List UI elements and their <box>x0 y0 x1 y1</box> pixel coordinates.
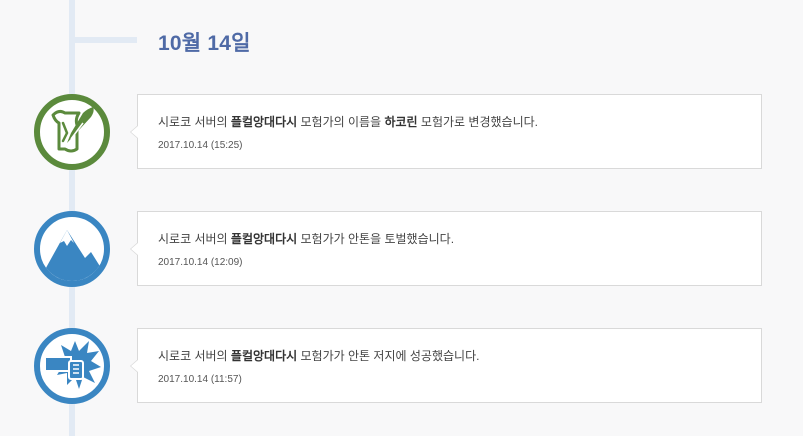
entry-message: 시로코 서버의 플컬앙대다시 모험가가 안톤 저지에 성공했습니다. <box>158 349 480 363</box>
explosion-fist-icon <box>33 327 111 405</box>
mountain-icon <box>33 210 111 288</box>
entry-timestamp: 2017.10.14 (15:25) <box>158 140 243 151</box>
character-name: 플컬앙대다시 <box>230 232 298 246</box>
date-header: 10월 14일 <box>158 32 251 55</box>
history-entry-anton-defense: 시로코 서버의 플컬앙대다시 모험가가 안톤 저지에 성공했습니다. 2017.… <box>130 328 762 403</box>
entry-timestamp: 2017.10.14 (11:57) <box>158 374 242 385</box>
character-name: 플컬앙대다시 <box>230 349 298 363</box>
quill-scroll-icon <box>33 93 111 171</box>
history-entry-anton-raid: 시로코 서버의 플컬앙대다시 모험가가 안톤을 토벌했습니다. 2017.10.… <box>130 211 762 286</box>
entry-message: 시로코 서버의 플컬앙대다시 모험가의 이름을 하코린 모험가로 변경했습니다. <box>158 115 538 129</box>
history-entry-rename: 시로코 서버의 플컬앙대다시 모험가의 이름을 하코린 모험가로 변경했습니다.… <box>130 94 762 169</box>
entry-timestamp: 2017.10.14 (12:09) <box>158 257 243 268</box>
new-character-name: 하코린 <box>384 115 418 129</box>
character-name: 플컬앙대다시 <box>230 115 298 129</box>
entry-message: 시로코 서버의 플컬앙대다시 모험가가 안톤을 토벌했습니다. <box>158 232 455 246</box>
date-connector <box>75 37 137 43</box>
